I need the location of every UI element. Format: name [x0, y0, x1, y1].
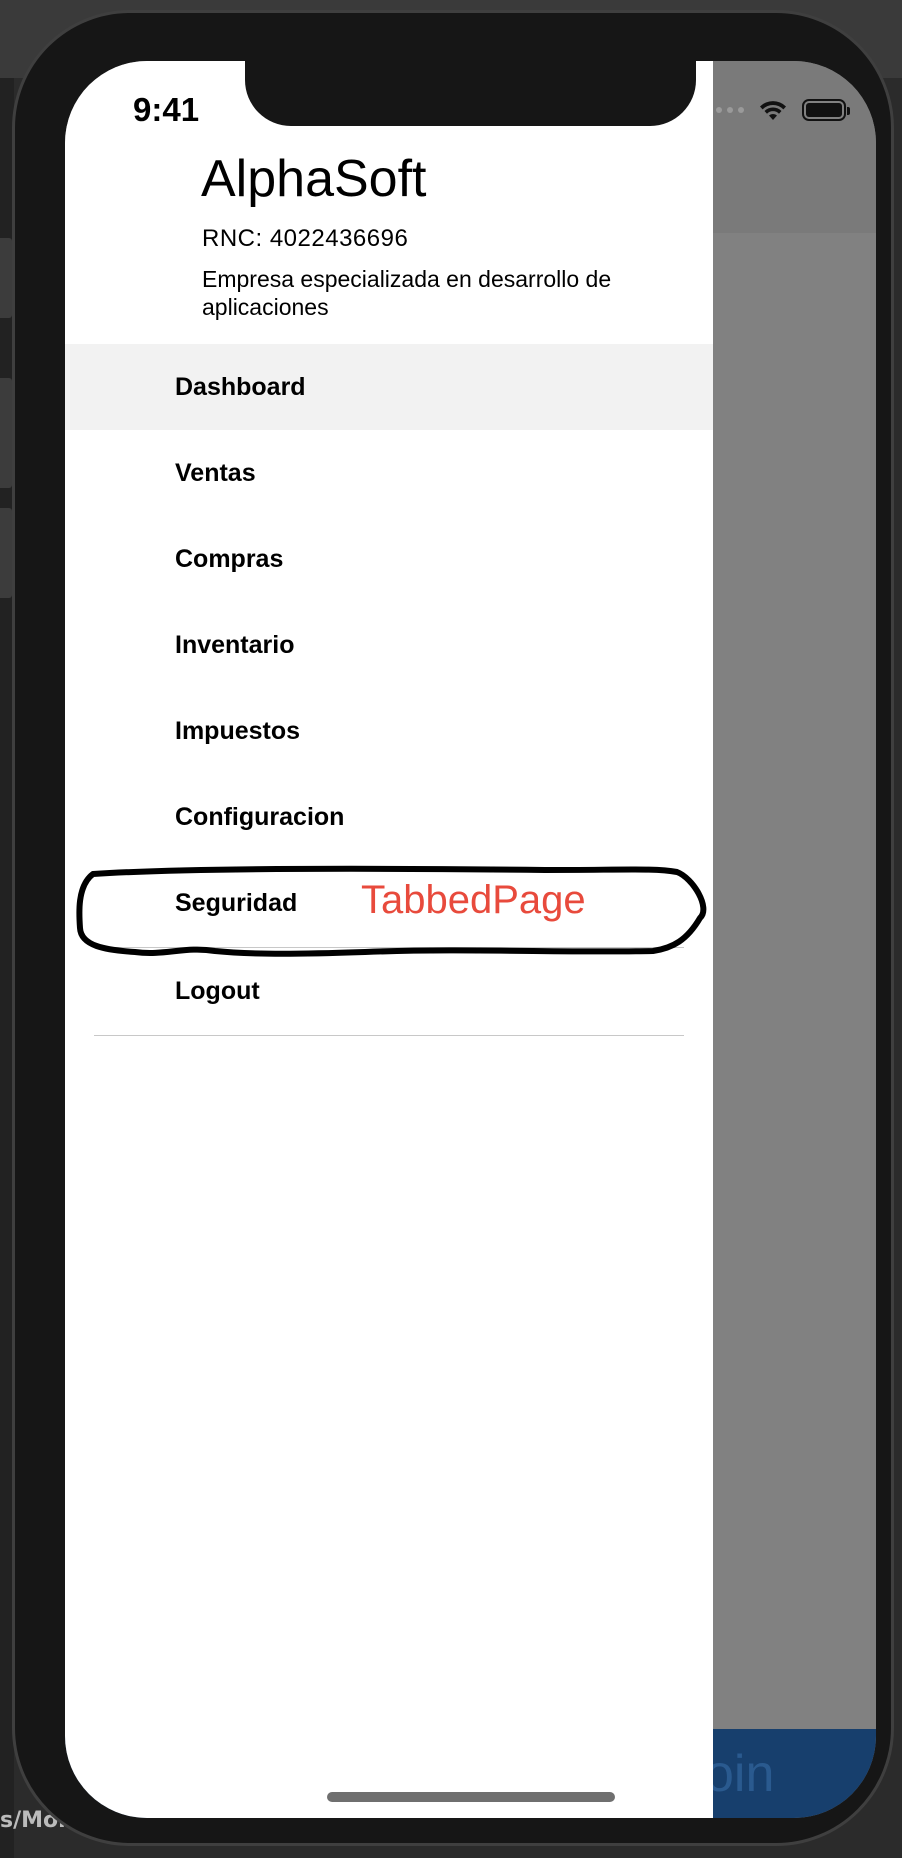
phone-screen: oftware oin 9:41 AlphaSoft RNC: 40224366… — [65, 61, 876, 1818]
menu-item-configuracion[interactable]: Configuracion — [65, 774, 713, 860]
company-name: AlphaSoft — [201, 150, 427, 208]
menu-item-impuestos[interactable]: Impuestos — [65, 688, 713, 774]
desktop-panel-tab — [0, 238, 12, 318]
company-description: Empresa especializada en desarrollo de a… — [202, 266, 612, 320]
wifi-icon — [760, 101, 786, 120]
desktop-panel-tab — [0, 508, 12, 598]
navigation-drawer: 9:41 AlphaSoft RNC: 4022436696 Empresa e… — [65, 61, 713, 1818]
status-icons — [705, 99, 850, 121]
home-indicator[interactable] — [327, 1792, 615, 1802]
device-notch — [245, 61, 696, 126]
menu-item-compras[interactable]: Compras — [65, 516, 713, 602]
background-login-button-label: oin — [705, 1745, 775, 1803]
phone-frame: oftware oin 9:41 AlphaSoft RNC: 40224366… — [12, 10, 894, 1846]
desktop-panel-tab — [0, 378, 12, 488]
status-time: 9:41 — [133, 91, 200, 128]
battery-icon — [802, 99, 850, 121]
menu-item-ventas[interactable]: Ventas — [65, 430, 713, 516]
menu-item-inventario[interactable]: Inventario — [65, 602, 713, 688]
menu-item-dashboard[interactable]: Dashboard — [65, 344, 713, 430]
company-rnc: RNC: 4022436696 — [202, 225, 409, 252]
annotation-label: TabbedPage — [361, 878, 586, 922]
